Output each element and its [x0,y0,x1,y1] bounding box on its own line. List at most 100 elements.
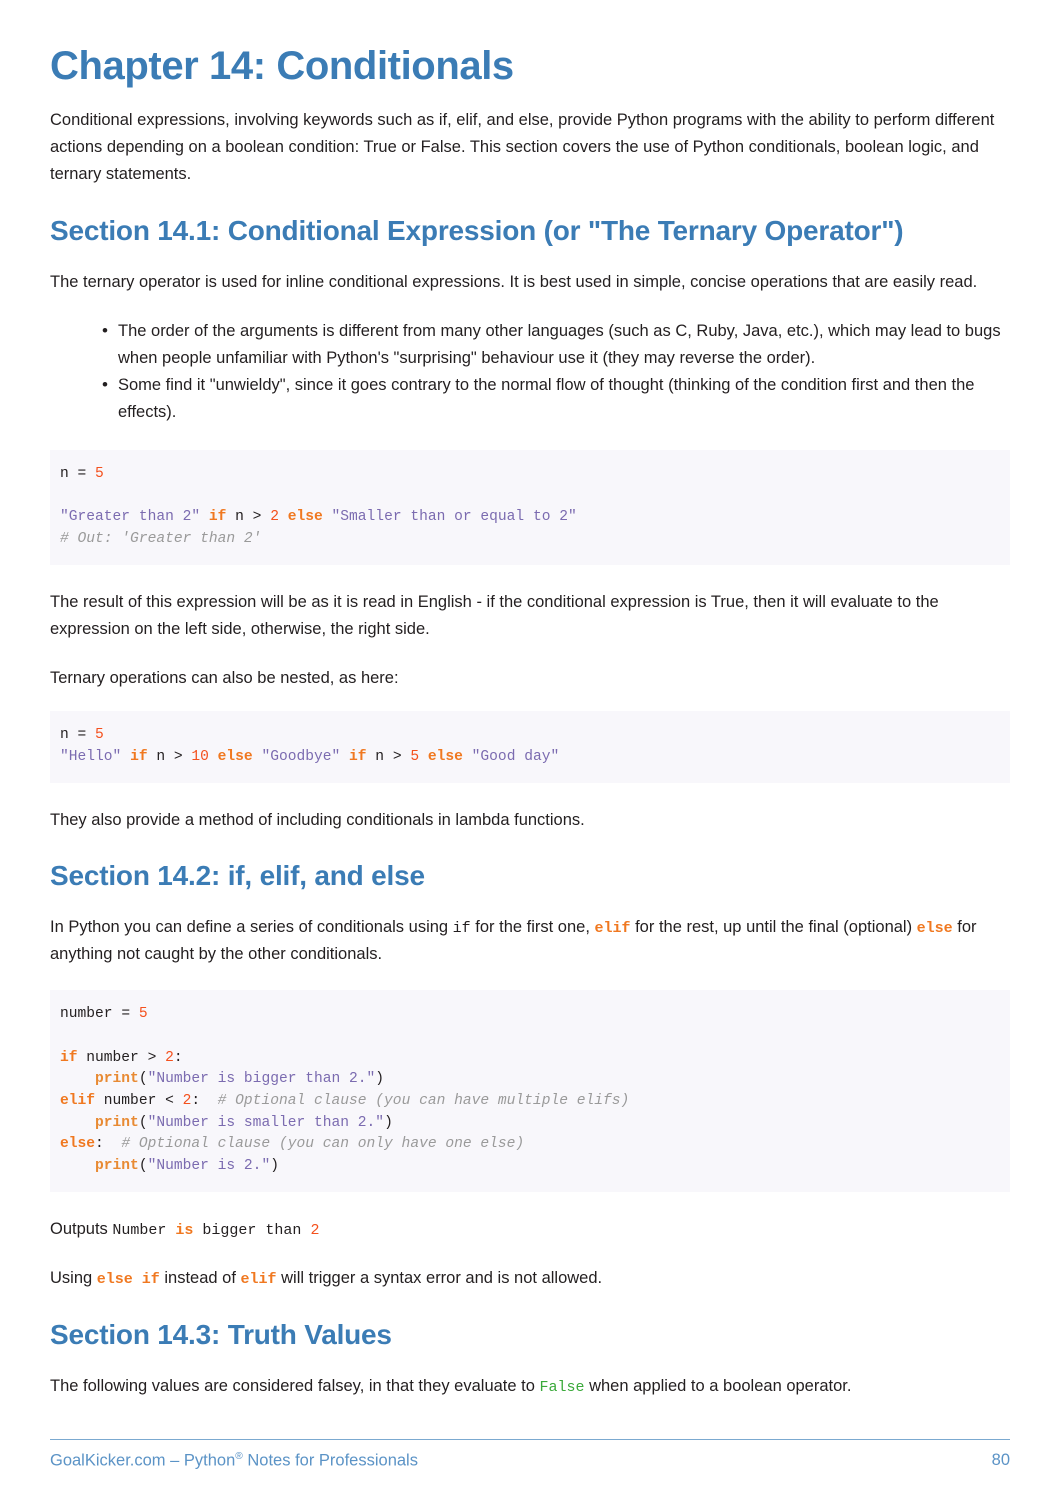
outputs-line: Outputs Number is bigger than 2 [50,1192,1010,1243]
inline-code-else: else [916,919,953,937]
code-token: else [208,749,253,766]
section-14-2-paragraph-1: In Python you can define a series of con… [50,892,1010,968]
code-token: "Number is bigger than 2." [147,1071,376,1088]
page-footer: GoalKicker.com – Python® Notes for Profe… [50,1438,1010,1471]
section-14-1-paragraph-3: Ternary operations can also be nested, a… [50,668,399,687]
code-token: # Optional clause (you can have multiple… [217,1092,630,1109]
code-token: print [95,1158,139,1175]
document-page: Chapter 14: Conditionals Conditional exp… [0,0,1060,1500]
code-token: "Hello" [60,749,131,766]
inline-code-elif: elif [594,919,631,937]
code-token: ( [138,1114,148,1131]
code-token: n [60,727,78,744]
section-heading-14-2: Section 14.2: if, elif, and else [50,859,425,891]
code-token: 5 [410,749,420,766]
code-token: n > [366,749,411,766]
code-token: ( [138,1158,148,1175]
code-token: ( [138,1071,148,1088]
text-fragment: for the first one, [470,917,595,936]
section-heading-14-3: Section 14.3: Truth Values [50,1318,392,1350]
text-fragment: Outputs [50,1219,113,1238]
text-fragment: will trigger a syntax error and is not a… [276,1269,603,1288]
text-fragment: In Python you can define a series of con… [50,917,453,936]
footer-site-name: GoalKicker.com – Python [50,1451,236,1469]
code-token: 2 [165,1049,174,1066]
code-token: : [173,1049,183,1066]
inline-code-output-a: Number [112,1221,176,1239]
inline-code-if: if [452,919,471,937]
footer-divider [50,1438,1010,1440]
section-14-3-paragraph-1: The following values are considered fals… [50,1351,1010,1400]
section-heading-14-1: Section 14.1: Conditional Expression (or… [50,215,904,247]
inline-code-output-is: is [175,1221,194,1239]
code-token: "Greater than 2" [60,509,209,526]
inline-code-false: False [539,1378,585,1396]
code-token: print [95,1114,139,1131]
inline-code-output-b: bigger than [193,1221,311,1239]
code-token: : [95,1136,122,1153]
code-token: # Out: 'Greater than 2' [60,531,262,548]
inline-code-output-num: 2 [310,1221,320,1239]
code-token: if [208,509,227,526]
code-token: = [77,727,96,744]
code-token: ) [375,1071,385,1088]
list-item: The order of the arguments is different … [102,317,1010,372]
code-token: # Optional clause (you can only have one… [121,1136,525,1153]
chapter-intro-paragraph: Conditional expressions, involving keywo… [50,110,995,183]
list-item: Some find it "unwieldy", since it goes c… [102,371,1010,426]
code-token: number [60,1006,122,1023]
code-token: print [95,1071,139,1088]
code-token: else [278,509,323,526]
section-14-2-paragraph-2: Using else if instead of elif will trigg… [50,1243,1010,1292]
code-token: "Number is smaller than 2." [147,1114,385,1131]
code-token: "Good day" [462,749,560,766]
code-token: if [130,749,148,766]
footer-title-rest: Notes for Professionals [242,1451,418,1469]
text-fragment: Using [50,1269,97,1288]
code-token: "Goodbye" [252,749,350,766]
code-token: else [60,1136,96,1153]
code-token: = [77,465,96,482]
registered-trademark-icon: ® [235,1450,243,1462]
code-token: n > [147,749,192,766]
code-token: else [419,749,463,766]
code-block-if-elif-else: number = 5 if number > 2: print("Number … [50,990,1010,1192]
code-token: number < [95,1092,183,1109]
inline-code-else-if: else if [96,1271,160,1289]
code-token: 10 [191,749,209,766]
footer-row: GoalKicker.com – Python® Notes for Profe… [50,1451,1010,1471]
section-14-1-paragraph-4: They also provide a method of including … [50,810,585,829]
page-number: 80 [991,1451,1010,1469]
code-token: n [60,465,78,482]
text-fragment: for the rest, up until the final (option… [630,917,917,936]
text-fragment: The following values are considered fals… [50,1376,540,1395]
code-token: n > [226,509,271,526]
code-token: 5 [138,1006,148,1023]
code-block-ternary-basic: n = 5 "Greater than 2" if n > 2 else "Sm… [50,449,1010,565]
code-token: : [191,1092,218,1109]
footer-book-title: GoalKicker.com – Python® Notes for Profe… [50,1451,418,1471]
section-14-1-paragraph-2: The result of this expression will be as… [50,592,939,638]
page-title: Chapter 14: Conditionals [50,44,514,88]
code-token: ) [270,1158,279,1175]
ternary-caveats-list: The order of the arguments is different … [50,296,1010,426]
code-token: "Smaller than or equal to 2" [322,509,577,526]
code-token: if [349,749,367,766]
text-fragment: when applied to a boolean operator. [584,1376,852,1395]
code-token: 5 [95,465,104,482]
code-token: "Number is 2." [147,1158,271,1175]
code-token: number > [77,1049,166,1066]
code-token: 2 [270,509,279,526]
code-token: = [121,1006,139,1023]
code-block-ternary-nested: n = 5 "Hello" if n > 10 else "Goodbye" i… [50,711,1010,783]
code-token: if [60,1049,78,1066]
section-14-1-paragraph-1: The ternary operator is used for inline … [50,273,978,292]
code-token: ) [384,1114,393,1131]
text-fragment: instead of [159,1269,241,1288]
inline-code-elif-2: elif [240,1271,277,1289]
code-token: 5 [95,727,104,744]
code-token: elif [60,1092,96,1109]
